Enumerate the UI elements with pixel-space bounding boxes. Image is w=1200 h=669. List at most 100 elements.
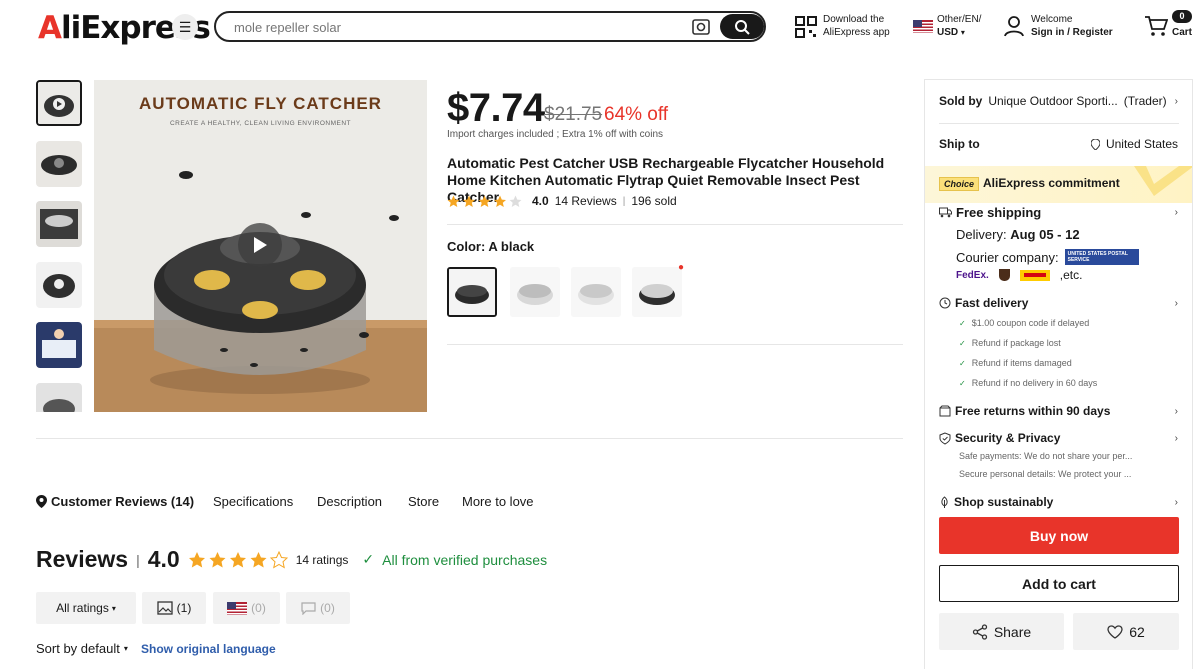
delivery-dates: Aug 05 - 12 [1010, 227, 1080, 242]
fast-delivery-row[interactable]: Fast delivery [939, 296, 1028, 310]
tab-store[interactable]: Store [408, 494, 439, 509]
current-price: $7.74 [447, 86, 545, 130]
gallery-thumb-3[interactable] [36, 201, 82, 247]
discount-badge: 64% off [604, 104, 669, 125]
sort-selector[interactable]: Sort by default ▾ [36, 641, 128, 656]
gallery-thumb-2[interactable] [36, 141, 82, 187]
menu-icon[interactable]: ☰ [172, 14, 198, 40]
filter-us-reviews[interactable]: (0) [213, 592, 280, 624]
reviews-count-link[interactable]: 14 Reviews [555, 194, 617, 208]
free-shipping-row[interactable]: Free shipping [939, 205, 1041, 220]
chevron-down-icon: ▾ [123, 644, 128, 653]
show-original-language-link[interactable]: Show original language [141, 642, 276, 656]
search-button[interactable] [720, 14, 764, 39]
comment-icon [301, 601, 316, 615]
truck-icon [939, 207, 952, 218]
seller-name: Unique Outdoor Sporti... [988, 94, 1118, 108]
reviews-stars [188, 550, 288, 568]
sold-by-row[interactable]: Sold by Unique Outdoor Sporti... (Trader… [939, 94, 1179, 108]
ship-to-country: United States [1105, 137, 1178, 151]
reviews-separator: | [136, 551, 140, 568]
clock-icon [939, 297, 951, 309]
hot-icon: ● [678, 262, 685, 273]
heart-icon [1107, 624, 1123, 639]
image-search-icon[interactable] [690, 17, 712, 37]
dhl-logo [1019, 269, 1050, 281]
gallery-thumb-4[interactable] [36, 262, 82, 308]
price-note: Import charges included ; Extra 1% off w… [447, 129, 664, 140]
reviews-score: 4.0 [147, 546, 180, 572]
welcome-text: Welcome [1031, 14, 1073, 25]
us-flag-icon [913, 20, 933, 33]
color-option-white-1[interactable] [510, 267, 560, 317]
share-button[interactable]: Share [939, 613, 1064, 650]
divider [447, 224, 903, 225]
location-pin-icon [1090, 138, 1100, 150]
commitment-title: AliExpress commitment [983, 176, 1120, 190]
download-app-link[interactable]: Download the AliExpress app [823, 13, 890, 39]
user-icon[interactable] [1004, 15, 1024, 42]
courier-logos: FedEx. ,etc. [956, 268, 1082, 282]
locale-selector[interactable]: Other/EN/ USD ▾ [937, 13, 981, 39]
download-line1: Download the [823, 14, 885, 25]
fast-delivery-item: Refund if package lost [959, 338, 1061, 348]
divider [939, 123, 1179, 124]
color-option-black-2[interactable] [632, 267, 682, 317]
ship-to-selector[interactable]: United States [1090, 137, 1178, 151]
search-input[interactable] [234, 17, 674, 37]
rating-score: 4.0 [532, 194, 549, 208]
tab-customer-reviews[interactable]: Customer Reviews (14) [36, 494, 194, 509]
chevron-right-icon: › [1174, 96, 1178, 107]
security-item: Secure personal details: We protect your… [959, 469, 1132, 479]
delivery-label: Delivery: [956, 227, 1007, 242]
tab-more-to-love[interactable]: More to love [462, 494, 534, 509]
filter-all-label: All ratings [56, 601, 109, 615]
ratings-count: 14 ratings [295, 552, 349, 567]
cart-icon[interactable] [1144, 15, 1169, 42]
filter-all-ratings[interactable]: All ratings ▾ [36, 592, 136, 624]
rating-separator: | [622, 195, 626, 207]
verified-check-icon: ✓ [362, 551, 375, 567]
share-icon [972, 623, 987, 640]
sort-label: Sort by default [36, 641, 120, 656]
location-pin-icon [36, 495, 47, 508]
download-line2: AliExpress app [823, 27, 890, 38]
play-icon [254, 237, 267, 253]
filter-with-photos[interactable]: (1) [142, 592, 206, 624]
wishlist-button[interactable]: 62 [1073, 613, 1179, 650]
chevron-right-icon: › [1174, 433, 1178, 444]
video-play-button[interactable] [238, 223, 282, 267]
tab-description[interactable]: Description [317, 494, 382, 509]
product-main-image[interactable]: AUTOMATIC FLY CATCHER CREATE A HEALTHY, … [94, 80, 427, 412]
cart-count-badge: 0 [1172, 10, 1192, 23]
buy-now-button[interactable]: Buy now [939, 517, 1179, 554]
free-returns-row[interactable]: Free returns within 90 days [939, 404, 1110, 418]
filter-photo-count: (1) [176, 601, 192, 615]
fedex-logo: FedEx. [956, 269, 989, 281]
color-option-black[interactable] [447, 267, 497, 317]
chevron-down-icon: ▾ [960, 28, 965, 37]
share-label: Share [993, 623, 1032, 640]
add-to-cart-button[interactable]: Add to cart [939, 565, 1179, 602]
tab-specifications[interactable]: Specifications [213, 494, 293, 509]
courier-label: Courier company: [956, 249, 1059, 265]
security-label: Security & Privacy [955, 431, 1061, 445]
qr-code-icon[interactable] [795, 16, 817, 43]
verified-purchases: All from verified purchases [382, 551, 548, 568]
us-flag-icon [227, 601, 248, 615]
account-link[interactable]: Welcome Sign in / Register [1031, 13, 1113, 39]
color-option-white-2[interactable] [571, 267, 621, 317]
chevron-down-icon: ▾ [111, 603, 116, 613]
gallery-thumb-5[interactable] [36, 322, 82, 368]
seller-type: (Trader) [1123, 94, 1167, 108]
divider [447, 344, 903, 345]
image-banner-title: AUTOMATIC FLY CATCHER [139, 94, 382, 113]
filter-with-comments[interactable]: (0) [286, 592, 350, 624]
cart-label[interactable]: Cart [1172, 26, 1192, 39]
gallery-thumb-1[interactable] [36, 80, 82, 126]
security-row[interactable]: Security & Privacy [939, 431, 1060, 445]
sustainably-row[interactable]: Shop sustainably [939, 495, 1053, 509]
reviews-heading: Reviews [36, 546, 129, 572]
sustainably-label: Shop sustainably [954, 495, 1054, 509]
gallery-thumb-6[interactable] [36, 383, 82, 412]
